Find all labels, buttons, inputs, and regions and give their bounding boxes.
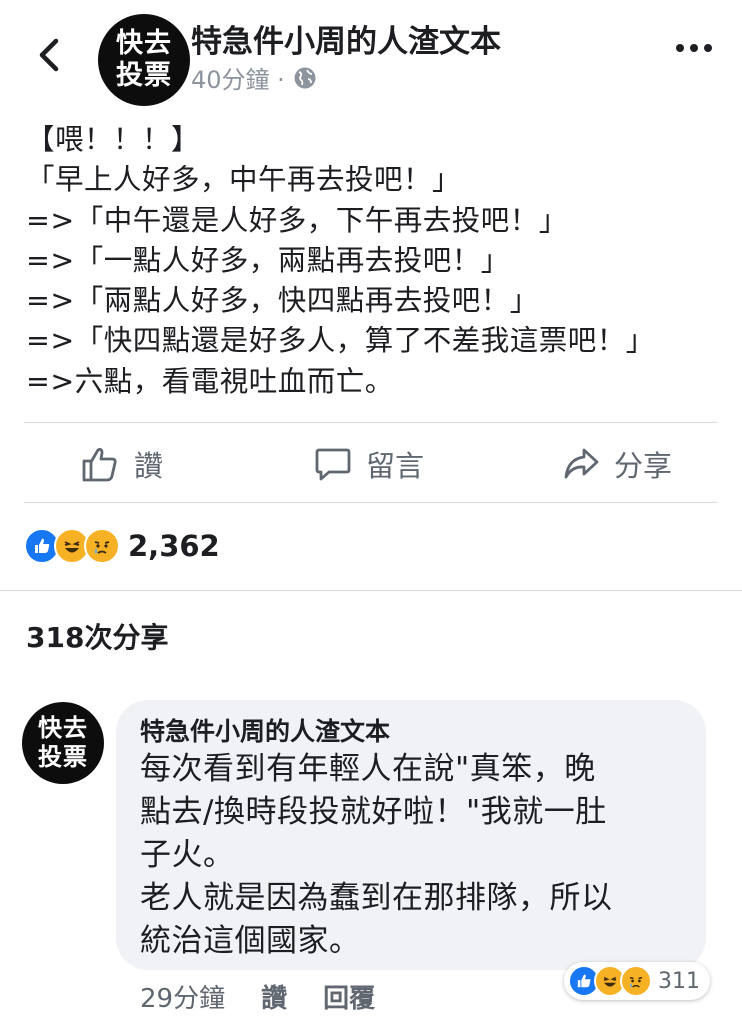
reactions-summary[interactable]: 2,362	[24, 528, 220, 564]
comment-button[interactable]: 留言	[314, 440, 424, 488]
comment-text: 每次看到有年輕人在說"真笨，晚 點去/換時段投就好啦！"我就一肚 子火。 老人就…	[140, 751, 613, 959]
page-name[interactable]: 特急件小周的人渣文本	[191, 16, 501, 61]
back-arrow-icon[interactable]	[34, 38, 64, 72]
avatar-text-line2: 投票	[38, 743, 88, 771]
like-label: 讚	[134, 449, 164, 483]
post-meta: 40分鐘 ·	[191, 60, 317, 95]
share-label: 分享	[614, 449, 673, 483]
comment-bubble-icon	[315, 448, 351, 481]
avatar-text-line1: 快去	[116, 28, 172, 59]
post-time[interactable]: 40分鐘 ·	[191, 60, 285, 95]
sad-icon	[84, 528, 120, 564]
divider	[24, 422, 718, 423]
more-options-icon[interactable]	[676, 44, 712, 52]
comment-author[interactable]: 特急件小周的人渣文本	[140, 712, 390, 748]
divider	[24, 502, 718, 503]
thumbs-up-icon	[82, 448, 117, 482]
avatar-text-line1: 快去	[38, 714, 88, 742]
comment-reactions[interactable]: 311	[564, 962, 710, 1000]
globe-icon	[294, 67, 316, 88]
comment-avatar[interactable]: 快去 投票	[22, 702, 104, 784]
comment-reactions-count: 311	[658, 968, 700, 994]
comment-label: 留言	[366, 449, 425, 483]
reactions-count: 2,362	[128, 529, 220, 563]
share-button[interactable]: 分享	[562, 440, 672, 488]
comment-like-button[interactable]: 讚	[261, 978, 287, 1015]
post-text: 【喂！！！】 「早上人好多，中午再去投吧！」 =>「中午還是人好多，下午再去投吧…	[26, 123, 655, 398]
page-avatar[interactable]: 快去 投票	[98, 14, 190, 106]
comment-meta: 29分鐘 讚 回覆	[140, 978, 375, 1015]
share-arrow-icon	[564, 448, 599, 479]
dot	[676, 44, 684, 52]
comment-time: 29分鐘	[140, 984, 226, 1014]
avatar-text-line2: 投票	[116, 60, 172, 91]
like-button[interactable]: 讚	[80, 440, 163, 488]
dot	[704, 44, 712, 52]
comment-reply-button[interactable]: 回覆	[323, 978, 375, 1015]
sad-icon	[620, 965, 652, 997]
divider	[0, 590, 742, 591]
share-count[interactable]: 318次分享	[26, 616, 168, 656]
dot	[690, 44, 698, 52]
